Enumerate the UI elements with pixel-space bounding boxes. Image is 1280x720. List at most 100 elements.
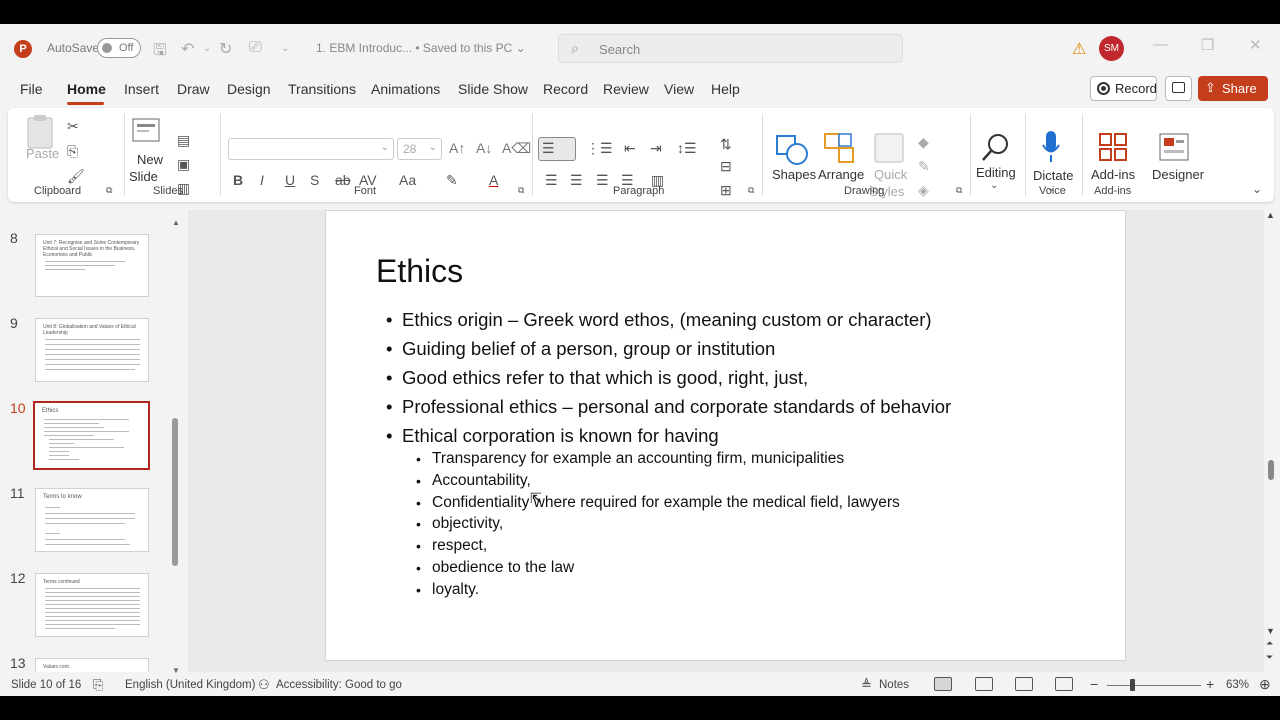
bold-icon[interactable]: B: [233, 172, 243, 188]
sub-bullet-item[interactable]: objectivity,: [416, 514, 1036, 536]
user-avatar[interactable]: SM: [1099, 36, 1124, 61]
arrange-icon[interactable]: [823, 132, 857, 166]
increase-font-icon[interactable]: A↑: [449, 140, 465, 156]
tab-slide-show[interactable]: Slide Show: [458, 81, 528, 97]
normal-view-icon[interactable]: [934, 677, 952, 691]
sub-bullet-item[interactable]: respect,: [416, 536, 1036, 558]
shape-fill-icon[interactable]: ◆: [918, 134, 929, 151]
align-text-icon[interactable]: ⊟: [720, 158, 732, 175]
slide-sorter-icon[interactable]: [975, 677, 993, 691]
undo-icon[interactable]: ↶: [181, 39, 194, 59]
bullet-item[interactable]: Good ethics refer to that which is good,…: [386, 366, 1106, 395]
cut-icon[interactable]: ✂: [67, 118, 79, 135]
minimize-icon[interactable]: —: [1153, 36, 1168, 53]
sub-bullet-item[interactable]: obedience to the law: [416, 558, 1036, 580]
reading-view-icon[interactable]: [1015, 677, 1033, 691]
current-slide[interactable]: Ethics Ethics origin – Greek word ethos,…: [325, 210, 1126, 661]
scrollbar-thumb[interactable]: [172, 418, 178, 566]
notes-icon[interactable]: ≜: [861, 677, 872, 693]
notes-button[interactable]: Notes: [879, 679, 909, 691]
tab-review[interactable]: Review: [603, 81, 649, 97]
close-icon[interactable]: ✕: [1249, 36, 1262, 54]
slide-thumbnail-8[interactable]: Unit 7: Recognise and Solve Contemporary…: [35, 234, 149, 297]
fit-slide-icon[interactable]: ⊕: [1259, 676, 1271, 693]
tab-insert[interactable]: Insert: [124, 81, 159, 97]
font-color-icon[interactable]: A: [489, 172, 498, 188]
bullet-item[interactable]: Ethics origin – Greek word ethos, (meani…: [386, 308, 1106, 337]
underline-icon[interactable]: U: [285, 172, 295, 188]
present-from-beginning-icon[interactable]: ⎚: [249, 39, 262, 57]
customize-toolbar-icon[interactable]: ⌄: [281, 43, 289, 54]
bullet-item[interactable]: Professional ethics – personal and corpo…: [386, 395, 1106, 424]
previous-slide-icon[interactable]: ⏶: [1266, 638, 1273, 649]
font-name-dropdown[interactable]: ⌄: [228, 138, 394, 160]
shape-outline-icon[interactable]: ✎: [918, 158, 930, 175]
slide-title[interactable]: Ethics: [376, 253, 463, 290]
accessibility-status[interactable]: Accessibility: Good to go: [276, 679, 402, 691]
next-slide-icon[interactable]: ⏷: [1266, 652, 1273, 663]
shadow-icon[interactable]: S: [310, 172, 319, 188]
align-center-icon[interactable]: ☰: [570, 172, 583, 189]
align-right-icon[interactable]: ☰: [596, 172, 609, 189]
increase-indent-icon[interactable]: ⇥: [650, 140, 662, 157]
accessibility-icon[interactable]: ⚇: [258, 677, 270, 693]
new-slide-icon[interactable]: [132, 116, 162, 144]
warning-icon[interactable]: ⚠: [1072, 39, 1086, 59]
zoom-slider-thumb[interactable]: [1130, 679, 1135, 691]
slide-thumbnail-11[interactable]: Terms to know: [35, 488, 149, 552]
scroll-up-icon[interactable]: ▲: [1266, 210, 1275, 220]
clear-formatting-icon[interactable]: A⌫: [502, 140, 531, 157]
smartart-icon[interactable]: ⊞: [720, 182, 732, 199]
tab-help[interactable]: Help: [711, 81, 740, 97]
slide-thumbnail-10[interactable]: Ethics: [33, 401, 150, 470]
font-size-dropdown[interactable]: 28 ⌄: [397, 138, 442, 160]
line-spacing-icon[interactable]: ↕☰: [677, 140, 697, 157]
collapse-ribbon-icon[interactable]: ⌄: [1252, 182, 1262, 196]
highlight-icon[interactable]: ✎: [446, 172, 458, 189]
tab-design[interactable]: Design: [227, 81, 271, 97]
slide-thumbnail-12[interactable]: Terms continued: [35, 573, 149, 637]
bullet-list[interactable]: Ethics origin – Greek word ethos, (meani…: [386, 308, 1106, 453]
sub-bullet-list[interactable]: Transparency for example an accounting f…: [416, 449, 1036, 602]
autosave-toggle[interactable]: Off: [97, 38, 141, 58]
drawing-launcher-icon[interactable]: ⧉: [956, 185, 962, 196]
tab-draw[interactable]: Draw: [177, 81, 210, 97]
tab-animations[interactable]: Animations: [371, 81, 440, 97]
sub-bullet-item[interactable]: Transparency for example an accounting f…: [416, 449, 1036, 471]
layout-icon[interactable]: ▤: [177, 132, 190, 149]
undo-dropdown-icon[interactable]: ⌄: [203, 43, 211, 54]
save-icon[interactable]: 🖫: [153, 39, 167, 66]
sub-bullet-item[interactable]: Confidentiality where required for examp…: [416, 493, 1036, 515]
change-case-icon[interactable]: Aa: [399, 172, 416, 188]
record-button[interactable]: Record: [1090, 76, 1157, 101]
italic-icon[interactable]: I: [260, 172, 264, 188]
scroll-up-icon[interactable]: ▲: [172, 218, 180, 227]
slide-show-view-icon[interactable]: [1055, 677, 1073, 691]
align-left-icon[interactable]: ☰: [545, 172, 558, 189]
zoom-slider[interactable]: [1107, 685, 1201, 686]
spelling-check-icon[interactable]: ⎘: [93, 677, 103, 693]
shape-effects-icon[interactable]: ◈: [918, 182, 929, 199]
slide-scrollbar[interactable]: ▲ ▼ ⏶ ⏷: [1265, 210, 1277, 672]
slide-thumbnail-13[interactable]: Values cont.: [35, 658, 149, 672]
tab-home[interactable]: Home: [67, 81, 106, 97]
share-button[interactable]: ⇪ Share: [1198, 76, 1268, 101]
paste-icon[interactable]: [25, 114, 55, 150]
designer-icon[interactable]: [1158, 132, 1190, 162]
slide-thumbnail-9[interactable]: Unit 8: Globalisation and Values of Ethi…: [35, 318, 149, 382]
redo-icon[interactable]: ↻: [219, 39, 232, 59]
paragraph-launcher-icon[interactable]: ⧉: [748, 185, 754, 196]
search-box[interactable]: ⌕ Search: [558, 34, 903, 63]
bullet-item[interactable]: Guiding belief of a person, group or ins…: [386, 337, 1106, 366]
tab-transitions[interactable]: Transitions: [288, 81, 356, 97]
shapes-icon[interactable]: [775, 132, 809, 166]
zoom-in-icon[interactable]: +: [1206, 676, 1214, 692]
font-launcher-icon[interactable]: ⧉: [518, 185, 524, 196]
comments-button[interactable]: [1165, 76, 1192, 101]
format-painter-icon[interactable]: 🖌: [67, 168, 85, 185]
copy-icon[interactable]: ⎘: [67, 143, 78, 160]
reset-icon[interactable]: ▣: [177, 156, 190, 173]
tab-view[interactable]: View: [664, 81, 694, 97]
zoom-out-icon[interactable]: −: [1090, 676, 1098, 692]
text-direction-icon[interactable]: ⇅: [720, 136, 732, 153]
